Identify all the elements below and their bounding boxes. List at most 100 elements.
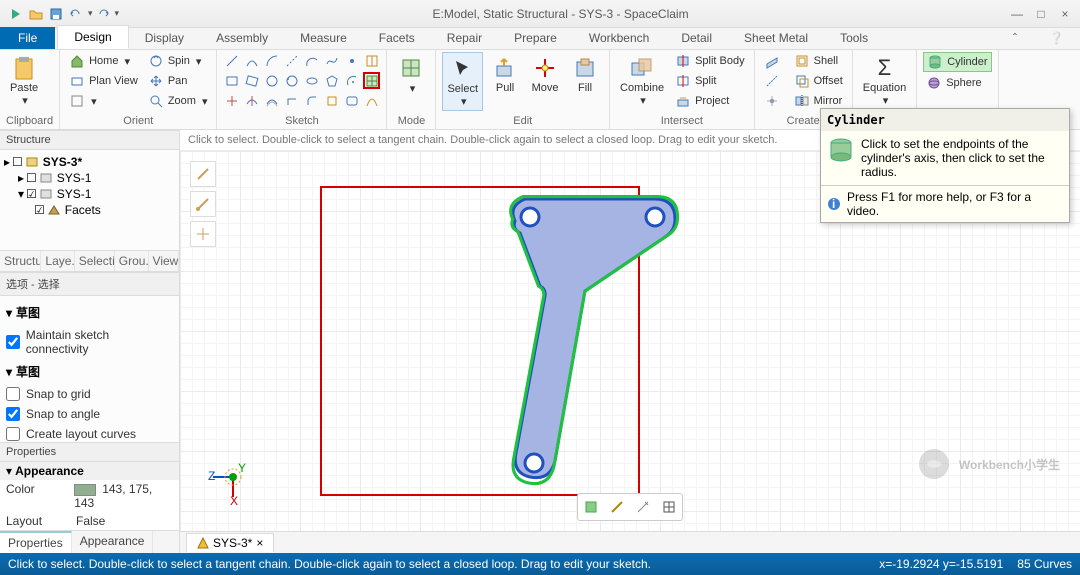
trim-icon[interactable]	[223, 92, 240, 109]
tab-workbench[interactable]: Workbench	[573, 27, 665, 49]
planview-button[interactable]: Plan View	[66, 72, 141, 90]
fillet-icon[interactable]	[303, 92, 320, 109]
pan-button[interactable]: Pan	[145, 72, 211, 90]
close-tab-icon[interactable]: ×	[256, 536, 263, 550]
select-button[interactable]: Select▾	[442, 52, 483, 111]
create-layout-checkbox[interactable]: Create layout curves	[6, 424, 173, 442]
tab-groups[interactable]: Grou...	[115, 251, 149, 271]
view-edit-icon[interactable]	[606, 496, 628, 518]
tab-sheetmetal[interactable]: Sheet Metal	[728, 27, 824, 49]
project-button[interactable]: Project	[672, 92, 748, 110]
file-tab[interactable]: File	[0, 27, 55, 49]
spline-icon[interactable]	[323, 52, 340, 69]
sweep-arc-icon[interactable]	[343, 72, 360, 89]
move-button[interactable]: Move	[527, 52, 563, 96]
axis-triad[interactable]: Z X Y	[208, 452, 258, 505]
tab-views[interactable]: Views	[149, 251, 179, 271]
cylinder-button[interactable]: Cylinder	[923, 52, 991, 72]
view-cube-icon[interactable]	[580, 496, 602, 518]
construction-line-icon[interactable]	[283, 52, 300, 69]
undo-icon[interactable]	[68, 6, 84, 22]
fill-button[interactable]: Fill	[567, 52, 603, 96]
doc-tab[interactable]: SYS-3* ×	[186, 533, 274, 552]
folder-icon[interactable]	[28, 6, 44, 22]
tool-move[interactable]	[190, 221, 216, 247]
project-to-sketch-icon[interactable]	[323, 92, 340, 109]
snap-grid-checkbox[interactable]: Snap to grid	[6, 384, 173, 404]
three-point-rect-icon[interactable]	[243, 72, 260, 89]
tab-design[interactable]: Design	[57, 25, 128, 49]
line-icon[interactable]	[223, 52, 240, 69]
tab-repair[interactable]: Repair	[431, 27, 498, 49]
home-button[interactable]: Home▾	[66, 52, 141, 70]
tree-item[interactable]: SYS-1	[57, 187, 92, 201]
tab-measure[interactable]: Measure	[284, 27, 363, 49]
tab-structure[interactable]: Structu...	[0, 251, 41, 271]
tab-tools[interactable]: Tools	[824, 27, 884, 49]
circle-icon[interactable]	[263, 72, 280, 89]
collapse-icon[interactable]: ▾	[6, 306, 12, 320]
split-curve-icon[interactable]	[243, 92, 260, 109]
ribbon-minimize-icon[interactable]: ˆ	[997, 27, 1033, 49]
bend-icon[interactable]	[363, 92, 380, 109]
tab-layers[interactable]: Laye...	[41, 251, 74, 271]
view-grid-icon[interactable]	[658, 496, 680, 518]
model-shape[interactable]	[490, 181, 730, 501]
collapse-icon[interactable]: ▾	[6, 365, 12, 379]
tab-prepare[interactable]: Prepare	[498, 27, 573, 49]
paste-button[interactable]: Paste▾	[6, 52, 42, 109]
tab-properties[interactable]: Properties	[0, 531, 72, 553]
polygon-icon[interactable]	[323, 72, 340, 89]
help-icon[interactable]: ❔	[1033, 27, 1080, 49]
tangent-line-icon[interactable]	[243, 52, 260, 69]
tab-appearance[interactable]: Appearance	[72, 531, 154, 553]
window-minimize[interactable]: —	[1008, 7, 1026, 21]
offset-curve-icon[interactable]	[263, 92, 280, 109]
shell-button[interactable]: Shell	[791, 52, 846, 70]
tree-item[interactable]: SYS-1	[57, 171, 92, 185]
axis-icon[interactable]	[761, 72, 783, 90]
splitbody-button[interactable]: Split Body	[672, 52, 748, 70]
arc-icon[interactable]	[263, 52, 280, 69]
color-swatch[interactable]	[74, 484, 96, 496]
pull-button[interactable]: Pull	[487, 52, 523, 96]
offset-button[interactable]: Offset	[791, 72, 846, 90]
create-rounded-icon[interactable]	[343, 92, 360, 109]
ellipse-icon[interactable]	[303, 72, 320, 89]
plane-icon[interactable]	[761, 52, 783, 70]
spin-button[interactable]: Spin▾	[145, 52, 211, 70]
window-close[interactable]: ×	[1056, 7, 1074, 21]
mode-button[interactable]: ▾	[393, 52, 429, 97]
redo-icon[interactable]	[95, 6, 111, 22]
tab-detail[interactable]: Detail	[665, 27, 728, 49]
sphere-button[interactable]: Sphere	[923, 74, 991, 92]
tab-assembly[interactable]: Assembly	[200, 27, 284, 49]
tab-display[interactable]: Display	[129, 27, 200, 49]
maintain-connectivity-checkbox[interactable]: Maintain sketch connectivity	[6, 325, 173, 359]
view-wand-icon[interactable]	[632, 496, 654, 518]
equation-button[interactable]: Σ Equation▾	[859, 52, 910, 109]
expand-icon[interactable]: ▾	[6, 464, 12, 478]
corner-icon[interactable]	[283, 92, 300, 109]
tree-leaf[interactable]: Facets	[65, 203, 101, 217]
tab-facets[interactable]: Facets	[363, 27, 431, 49]
tab-selection[interactable]: Selecti...	[75, 251, 115, 271]
tool-sketch[interactable]	[190, 191, 216, 217]
tangent-arc-icon[interactable]	[303, 52, 320, 69]
point-create-icon[interactable]	[761, 92, 783, 110]
three-point-circle-icon[interactable]	[283, 72, 300, 89]
combine-button[interactable]: Combine▾	[616, 52, 668, 109]
tool-line[interactable]	[190, 161, 216, 187]
zoom-button[interactable]: Zoom▾	[145, 92, 211, 110]
point-icon[interactable]	[343, 52, 360, 69]
topview-button[interactable]: ▾	[66, 92, 141, 110]
window-restore[interactable]: □	[1032, 7, 1050, 21]
sketch-grid-icon[interactable]	[363, 52, 380, 69]
split-button[interactable]: Split	[672, 72, 748, 90]
play-icon[interactable]	[8, 6, 24, 22]
snap-angle-checkbox[interactable]: Snap to angle	[6, 404, 173, 424]
rectangle-icon[interactable]	[223, 72, 240, 89]
tree-root[interactable]: SYS-3*	[43, 155, 82, 169]
structure-tree[interactable]: ▸☐SYS-3* ▸☐SYS-1 ▾☑SYS-1 ☑Facets	[0, 150, 179, 250]
save-icon[interactable]	[48, 6, 64, 22]
